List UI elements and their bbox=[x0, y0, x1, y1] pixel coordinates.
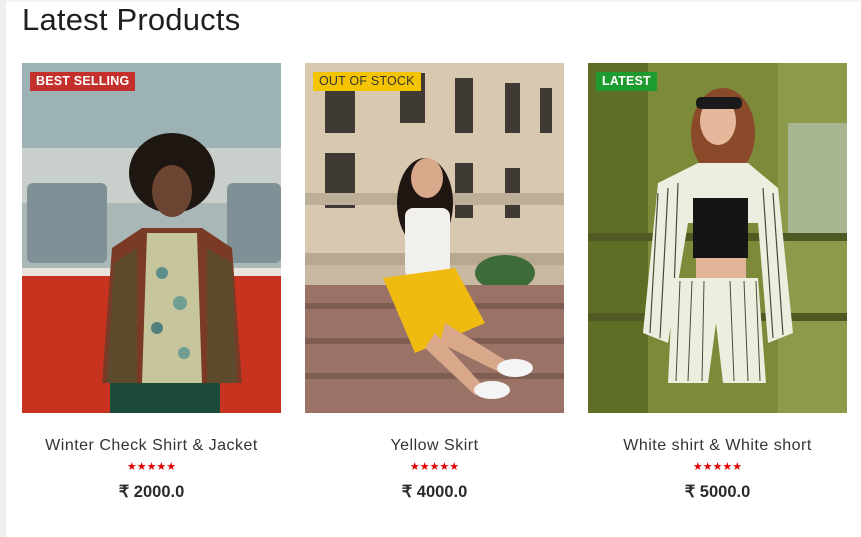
rating-stars: ★★★★★ bbox=[126, 461, 177, 473]
product-card-white-shirt[interactable]: LATEST White shirt & White short ★★★★★ ₹… bbox=[588, 63, 847, 502]
badge-best-selling: BEST SELLING bbox=[30, 72, 136, 91]
product-image-link[interactable]: OUT OF STOCK bbox=[305, 63, 564, 413]
product-name-link[interactable]: Winter Check Shirt & Jacket bbox=[22, 437, 281, 455]
product-photo-woman-white-suit bbox=[588, 63, 847, 413]
product-card-winter-check[interactable]: BEST SELLING Winter Check Shirt & Jacket… bbox=[22, 63, 281, 502]
product-name-link[interactable]: Yellow Skirt bbox=[305, 437, 564, 455]
badge-out-of-stock: OUT OF STOCK bbox=[313, 72, 421, 91]
product-image-link[interactable]: BEST SELLING bbox=[22, 63, 281, 413]
product-photo-man-jacket bbox=[22, 63, 281, 413]
section-title: Latest Products bbox=[22, 2, 241, 37]
rating-stars: ★★★★★ bbox=[409, 461, 460, 473]
rating-stars: ★★★★★ bbox=[692, 461, 743, 473]
product-card-yellow-skirt[interactable]: OUT OF STOCK Yellow Skirt ★★★★★ ₹ 4000.0 bbox=[305, 63, 564, 502]
product-image-link[interactable]: LATEST bbox=[588, 63, 847, 413]
page-left-border bbox=[0, 0, 6, 537]
badge-latest: LATEST bbox=[596, 72, 657, 91]
product-price: ₹ 2000.0 bbox=[118, 483, 185, 501]
product-photo-woman-yellow-skirt bbox=[305, 63, 564, 413]
product-name-link[interactable]: White shirt & White short bbox=[588, 437, 847, 455]
product-price: ₹ 4000.0 bbox=[401, 483, 468, 501]
product-price: ₹ 5000.0 bbox=[684, 483, 751, 501]
